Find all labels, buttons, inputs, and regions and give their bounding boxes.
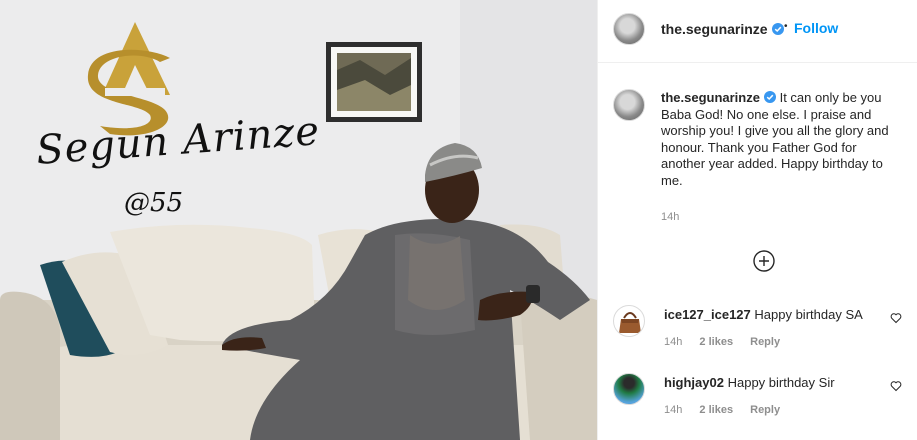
photo-scene bbox=[0, 0, 597, 440]
caption-avatar[interactable] bbox=[613, 89, 645, 121]
comment-item: highjay02 Happy birthday Sir 14h 2 likes… bbox=[598, 373, 917, 433]
caption-username[interactable]: the.segunarinze bbox=[661, 90, 760, 105]
comment-text: highjay02 Happy birthday Sir bbox=[664, 375, 835, 390]
caption-timestamp[interactable]: 14h bbox=[661, 211, 679, 223]
comment-username[interactable]: highjay02 bbox=[664, 375, 724, 390]
reply-button[interactable]: Reply bbox=[750, 404, 780, 416]
comment-text: ice127_ice127 Happy birthday SA bbox=[664, 307, 863, 322]
comment-item: ice127_ice127 Happy birthday SA 14h 2 li… bbox=[598, 305, 917, 365]
heart-icon[interactable] bbox=[890, 312, 902, 324]
post-image[interactable]: Segun Arinze @55 bbox=[0, 0, 597, 440]
header-username-text[interactable]: the.segunarinze bbox=[661, 21, 768, 37]
post-side-panel: the.segunarinze • Follow the.segunarinze… bbox=[597, 0, 917, 440]
commenter-avatar[interactable] bbox=[613, 373, 645, 405]
comment-username[interactable]: ice127_ice127 bbox=[664, 307, 751, 322]
plus-circle-icon[interactable] bbox=[753, 250, 775, 272]
header-username[interactable]: the.segunarinze bbox=[661, 21, 784, 37]
wall-painting bbox=[326, 42, 422, 122]
commenter-avatar[interactable] bbox=[613, 305, 645, 337]
comment-body: Happy birthday SA bbox=[754, 307, 863, 322]
heart-icon[interactable] bbox=[890, 380, 902, 392]
comment-time[interactable]: 14h bbox=[664, 404, 682, 416]
header-separator: • bbox=[784, 21, 788, 32]
verified-badge-icon bbox=[763, 91, 776, 103]
avatar[interactable] bbox=[613, 13, 645, 45]
reply-button[interactable]: Reply bbox=[750, 336, 780, 348]
comment-meta: 14h 2 likes Reply bbox=[664, 336, 794, 348]
comment-meta: 14h 2 likes Reply bbox=[664, 404, 794, 416]
comment-likes[interactable]: 2 likes bbox=[699, 336, 733, 348]
caption-text: the.segunarinze It can only be you Baba … bbox=[661, 90, 901, 190]
follow-button[interactable]: Follow bbox=[794, 20, 838, 36]
comment-time[interactable]: 14h bbox=[664, 336, 682, 348]
logo-age: @55 bbox=[124, 188, 184, 218]
post-header: the.segunarinze • Follow bbox=[598, 0, 917, 63]
verified-badge-icon bbox=[771, 23, 784, 35]
handbag-icon bbox=[619, 312, 641, 333]
comment-body: Happy birthday Sir bbox=[727, 375, 835, 390]
comment-likes[interactable]: 2 likes bbox=[699, 404, 733, 416]
